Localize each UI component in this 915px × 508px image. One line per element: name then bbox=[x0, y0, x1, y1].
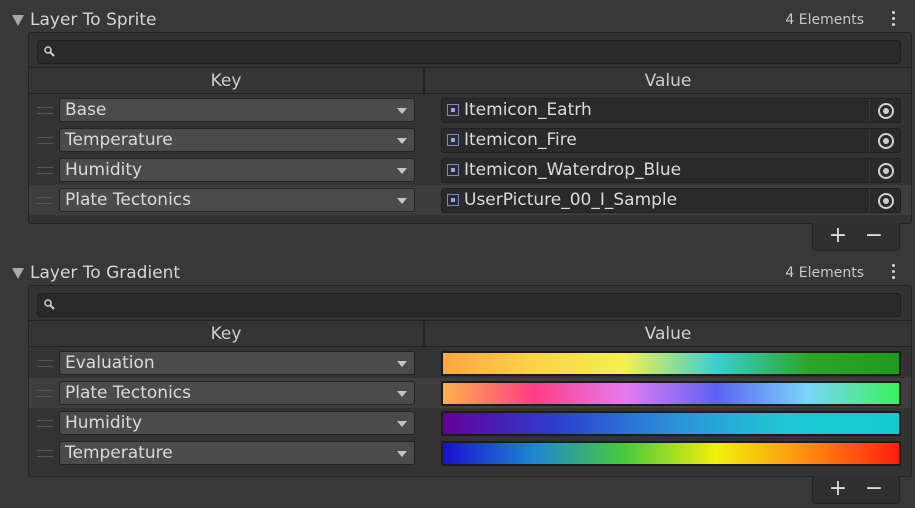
object-picker-button[interactable] bbox=[869, 189, 900, 212]
section-header[interactable]: Layer To Sprite 4 Elements bbox=[8, 6, 910, 34]
list-item: Base Itemicon_Eatrh bbox=[29, 95, 911, 125]
sprite-icon bbox=[447, 164, 459, 176]
search-icon bbox=[44, 299, 55, 310]
remove-element-button[interactable]: − bbox=[855, 223, 893, 249]
more-options-icon[interactable] bbox=[892, 264, 896, 282]
dictionary-list: Key Value Evaluation Plate Tectonics Hum… bbox=[28, 285, 912, 477]
search-icon bbox=[44, 46, 55, 57]
sprite-object-field[interactable]: UserPicture_00_I_Sample bbox=[441, 188, 901, 213]
object-picker-button[interactable] bbox=[869, 159, 900, 182]
list-item: Temperature bbox=[29, 438, 911, 468]
sprite-icon bbox=[447, 194, 459, 206]
drag-handle-icon[interactable] bbox=[37, 390, 53, 397]
key-dropdown[interactable]: Plate Tectonics bbox=[59, 381, 415, 405]
dropdown-value: Evaluation bbox=[65, 353, 155, 373]
dropdown-value: Plate Tectonics bbox=[65, 190, 191, 210]
object-field-value: Itemicon_Waterdrop_Blue bbox=[464, 160, 682, 180]
drag-handle-icon[interactable] bbox=[37, 197, 53, 204]
list-item: Humidity bbox=[29, 408, 911, 438]
drag-handle-icon[interactable] bbox=[37, 107, 53, 114]
dropdown-value: Temperature bbox=[65, 130, 173, 150]
search-input[interactable] bbox=[37, 293, 901, 317]
add-remove-footer: + − bbox=[812, 476, 900, 504]
section-title: Layer To Sprite bbox=[30, 10, 157, 30]
sprite-icon bbox=[447, 134, 459, 146]
chevron-down-icon bbox=[397, 361, 407, 367]
add-element-button[interactable]: + bbox=[819, 223, 857, 249]
list-item: Plate Tectonics UserPicture_00_I_Sample bbox=[29, 185, 911, 215]
target-icon bbox=[878, 193, 894, 209]
drag-handle-icon[interactable] bbox=[37, 450, 53, 457]
chevron-down-icon bbox=[397, 138, 407, 144]
drag-handle-icon[interactable] bbox=[37, 137, 53, 144]
gradient-field[interactable] bbox=[441, 351, 901, 376]
key-dropdown[interactable]: Humidity bbox=[59, 158, 415, 182]
dictionary-list: Key Value Base Itemicon_Eatrh Temperatur… bbox=[28, 32, 912, 224]
chevron-down-icon bbox=[397, 168, 407, 174]
sprite-object-field[interactable]: Itemicon_Fire bbox=[441, 128, 901, 153]
chevron-down-icon bbox=[397, 108, 407, 114]
object-field-value: Itemicon_Eatrh bbox=[464, 100, 592, 120]
key-dropdown[interactable]: Temperature bbox=[59, 128, 415, 152]
foldout-arrow-icon[interactable] bbox=[12, 15, 24, 26]
sprite-object-field[interactable]: Itemicon_Waterdrop_Blue bbox=[441, 158, 901, 183]
section-header[interactable]: Layer To Gradient 4 Elements bbox=[8, 259, 910, 287]
dropdown-value: Base bbox=[65, 100, 107, 120]
list-item: Temperature Itemicon_Fire bbox=[29, 125, 911, 155]
target-icon bbox=[878, 163, 894, 179]
sprite-icon bbox=[447, 104, 459, 116]
list-item: Evaluation bbox=[29, 348, 911, 378]
column-header: Key Value bbox=[29, 67, 911, 94]
chevron-down-icon bbox=[397, 391, 407, 397]
column-header: Key Value bbox=[29, 320, 911, 347]
add-element-button[interactable]: + bbox=[819, 476, 857, 502]
dropdown-value: Humidity bbox=[65, 413, 143, 433]
gradient-field[interactable] bbox=[441, 411, 901, 436]
chevron-down-icon bbox=[397, 421, 407, 427]
search-input[interactable] bbox=[37, 40, 901, 64]
chevron-down-icon bbox=[397, 451, 407, 457]
add-remove-footer: + − bbox=[812, 223, 900, 251]
object-field-value: Itemicon_Fire bbox=[464, 130, 577, 150]
remove-element-button[interactable]: − bbox=[855, 476, 893, 502]
gradient-field[interactable] bbox=[441, 441, 901, 466]
drag-handle-icon[interactable] bbox=[37, 360, 53, 367]
key-dropdown[interactable]: Plate Tectonics bbox=[59, 188, 415, 212]
section-title: Layer To Gradient bbox=[30, 263, 181, 283]
object-picker-button[interactable] bbox=[869, 99, 900, 122]
element-count: 4 Elements bbox=[785, 265, 864, 281]
key-dropdown[interactable]: Humidity bbox=[59, 411, 415, 435]
target-icon bbox=[878, 103, 894, 119]
list-item: Plate Tectonics bbox=[29, 378, 911, 408]
element-count: 4 Elements bbox=[785, 12, 864, 28]
key-dropdown[interactable]: Evaluation bbox=[59, 351, 415, 375]
key-column-header: Key bbox=[210, 324, 242, 344]
object-field-value: UserPicture_00_I_Sample bbox=[464, 190, 678, 210]
dropdown-value: Temperature bbox=[65, 443, 173, 463]
dropdown-value: Humidity bbox=[65, 160, 143, 180]
foldout-arrow-icon[interactable] bbox=[12, 268, 24, 279]
key-dropdown[interactable]: Temperature bbox=[59, 441, 415, 465]
chevron-down-icon bbox=[397, 198, 407, 204]
list-item: Humidity Itemicon_Waterdrop_Blue bbox=[29, 155, 911, 185]
object-picker-button[interactable] bbox=[869, 129, 900, 152]
value-column-header: Value bbox=[644, 71, 692, 91]
key-column-header: Key bbox=[210, 71, 242, 91]
gradient-field[interactable] bbox=[441, 381, 901, 406]
target-icon bbox=[878, 133, 894, 149]
drag-handle-icon[interactable] bbox=[37, 167, 53, 174]
dropdown-value: Plate Tectonics bbox=[65, 383, 191, 403]
drag-handle-icon[interactable] bbox=[37, 420, 53, 427]
sprite-object-field[interactable]: Itemicon_Eatrh bbox=[441, 98, 901, 123]
more-options-icon[interactable] bbox=[892, 11, 896, 29]
value-column-header: Value bbox=[644, 324, 692, 344]
key-dropdown[interactable]: Base bbox=[59, 98, 415, 122]
